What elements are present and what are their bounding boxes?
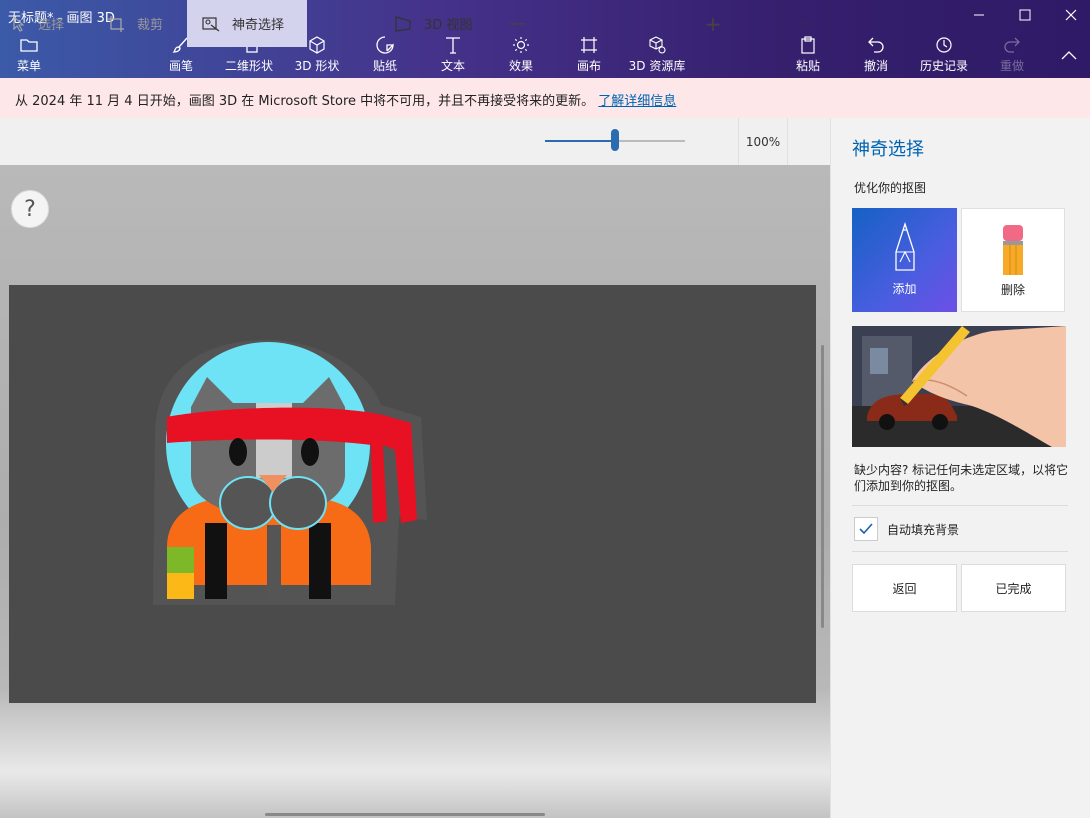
tool-label: 3D 形状 (294, 59, 340, 73)
stickers-icon (376, 36, 394, 54)
crop-icon (107, 15, 125, 33)
zoom-slider-thumb[interactable] (611, 129, 619, 151)
paste-label: 粘贴 (795, 59, 820, 73)
checkmark-icon (859, 523, 873, 535)
magic-select-tool[interactable]: 神奇选择 (187, 0, 307, 47)
redo-label: 重做 (999, 59, 1024, 73)
pencil-icon (894, 222, 915, 271)
drawing-canvas[interactable] (9, 285, 816, 703)
maximize-button[interactable] (1014, 4, 1036, 26)
zoom-level[interactable]: 100% (738, 118, 788, 165)
tutorial-illustration (852, 326, 1066, 447)
autofill-option[interactable]: 自动填充背景 (854, 517, 959, 541)
minimize-icon (974, 14, 984, 16)
help-button[interactable]: ? (11, 190, 49, 228)
tool-label: 画笔 (168, 59, 193, 73)
tool-label: 画布 (576, 59, 601, 73)
zoom-in-button[interactable]: + (703, 0, 723, 47)
minimize-button[interactable] (968, 4, 990, 26)
collapse-ribbon-button[interactable] (1060, 46, 1080, 62)
select-label: 选择 (38, 18, 65, 33)
maximize-icon (1019, 9, 1031, 21)
hint-text: 缺少内容? 标记任何未选定区域，以将它们添加到你的抠图。 (854, 463, 1069, 493)
undo-icon (867, 36, 885, 54)
tool-label: 文本 (440, 59, 465, 73)
magic-select-label: 神奇选择 (232, 18, 285, 33)
eraser-pencil-icon (1003, 225, 1023, 275)
panel-title: 神奇选择 (852, 139, 924, 160)
magic-select-icon (202, 16, 220, 32)
tool-3d-library[interactable]: 3D 资源库 (627, 36, 687, 74)
tool-label: 效果 (508, 59, 533, 73)
3d-shapes-icon (308, 36, 326, 54)
zoom-slider-fill (545, 140, 615, 142)
autofill-checkbox[interactable] (854, 517, 878, 541)
3d-library-icon (648, 36, 666, 54)
ninja-cat-artwork (153, 340, 427, 605)
3d-view-label: 3D 视图 (424, 18, 473, 33)
3d-view-toggle[interactable]: 3D 视图 (394, 0, 472, 47)
more-options-button[interactable]: ··· (790, 0, 820, 47)
history-button[interactable]: 历史记录 (916, 36, 972, 74)
tool-label: 二维形状 (224, 59, 273, 73)
chevron-up-icon (1061, 51, 1077, 60)
divider (852, 505, 1068, 506)
add-label: 添加 (892, 282, 917, 296)
cursor-icon (12, 15, 26, 32)
add-button[interactable]: 添加 (852, 208, 957, 312)
vertical-scrollbar[interactable] (821, 345, 824, 628)
delete-label: 删除 (1000, 283, 1025, 297)
divider (852, 551, 1068, 552)
learn-more-link[interactable]: 了解详细信息 (598, 94, 676, 109)
canvas-icon (580, 36, 598, 54)
back-button[interactable]: 返回 (852, 564, 957, 612)
tool-label: 3D 资源库 (628, 59, 686, 73)
delete-button[interactable]: 删除 (961, 208, 1065, 312)
panel-subtitle: 优化你的抠图 (854, 181, 927, 195)
close-button[interactable] (1060, 4, 1082, 26)
undo-button[interactable]: 撤消 (860, 36, 892, 74)
tool-label: 贴纸 (372, 59, 397, 73)
select-tool[interactable]: 选择 (12, 0, 64, 47)
done-button[interactable]: 已完成 (961, 564, 1066, 612)
deprecation-notice: 从 2024 年 11 月 4 日开始，画图 3D 在 Microsoft St… (0, 78, 1090, 118)
3d-view-icon (394, 15, 412, 33)
ribbon: 无标题* - 画图 3D 菜单 画笔 二维形状 3D 形状 贴纸 文本 效果 画… (0, 0, 1090, 78)
history-icon (935, 36, 953, 54)
crop-tool[interactable]: 裁剪 (107, 0, 163, 47)
history-label: 历史记录 (919, 59, 968, 73)
zoom-out-button[interactable]: — (508, 0, 526, 47)
menu-label: 菜单 (16, 59, 41, 73)
crop-label: 裁剪 (137, 18, 164, 33)
notice-text: 从 2024 年 11 月 4 日开始，画图 3D 在 Microsoft St… (15, 94, 595, 109)
tool-canvas[interactable]: 画布 (573, 36, 605, 74)
toolbar (0, 118, 830, 165)
redo-icon (1003, 36, 1021, 54)
redo-button[interactable]: 重做 (996, 36, 1028, 74)
close-icon (1065, 9, 1077, 21)
horizontal-scrollbar[interactable] (265, 813, 545, 816)
undo-label: 撤消 (863, 59, 888, 73)
autofill-label: 自动填充背景 (887, 522, 960, 537)
